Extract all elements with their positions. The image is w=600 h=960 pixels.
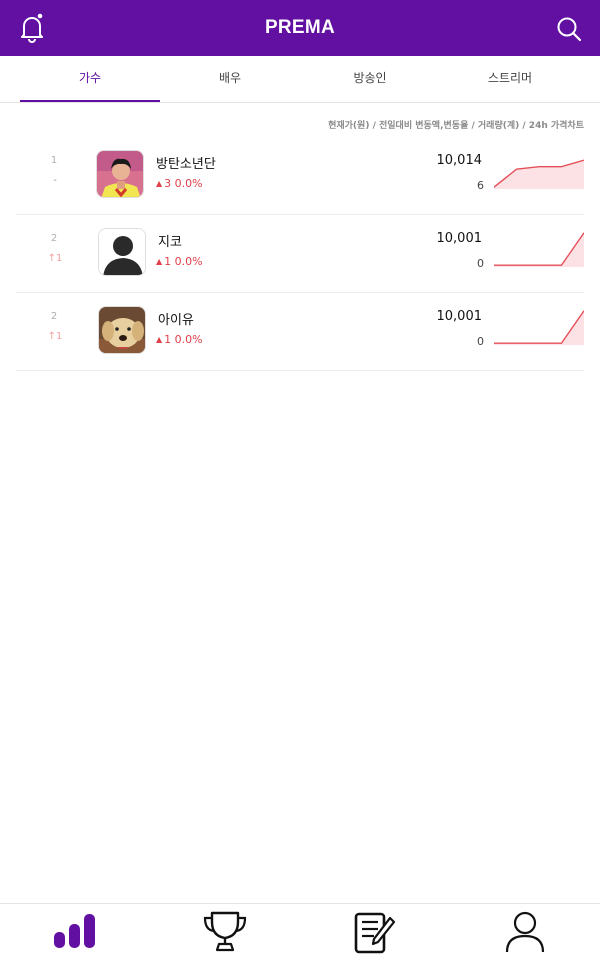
trade-volume: 6 — [477, 179, 484, 192]
artist-name: 방탄소년단 — [156, 157, 216, 172]
current-price: 10,001 — [436, 231, 483, 246]
column-legend: 현재가(원) / 전일대비 변동액,변동율 / 거래량(계) / 24h 가격차… — [328, 121, 584, 131]
avatar — [96, 150, 144, 198]
rank-change: - — [53, 175, 57, 186]
trade-volume: 0 — [477, 335, 484, 348]
rank-number: 1 — [50, 155, 58, 166]
app-title: PREMA — [264, 17, 336, 38]
arrow-up-icon: ▲ — [156, 179, 163, 188]
nav-chart[interactable] — [0, 904, 150, 960]
current-price: 10,014 — [436, 153, 483, 168]
price-sparkline — [494, 232, 584, 267]
nav-trophy[interactable] — [150, 904, 300, 960]
rank-change: ↑1 — [47, 253, 63, 264]
price-change: ▲ 3 0.0% — [156, 177, 203, 190]
tab-actor[interactable]: 배우 — [160, 56, 300, 102]
price-sparkline — [494, 310, 584, 345]
tab-broadcaster[interactable]: 방송인 — [300, 56, 440, 102]
rank-change: ↑1 — [47, 331, 63, 342]
sparkline-area — [494, 232, 584, 267]
rank-number: 2 — [50, 311, 58, 322]
nav-board[interactable] — [300, 904, 450, 960]
artist-name: 아이유 — [158, 313, 194, 328]
nav-profile[interactable] — [450, 904, 600, 960]
list-item[interactable]: 1 - 방탄소년단 ▲ 3 0.0% 10,014 6 — [16, 137, 584, 215]
price-change: ▲ 1 0.0% — [156, 255, 203, 268]
sparkline-area — [494, 310, 584, 345]
trade-volume: 0 — [477, 257, 484, 270]
avatar — [98, 228, 146, 276]
price-sparkline — [494, 159, 584, 189]
app-header: PREMA — [0, 0, 600, 56]
notepad-icon — [354, 912, 396, 954]
list-item[interactable]: 2 ↑1 아이유 ▲ 1 0.0% 10,001 0 — [16, 293, 584, 371]
price-change: ▲ 1 0.0% — [156, 333, 203, 346]
avatar — [98, 306, 146, 354]
arrow-up-icon: ▲ — [156, 335, 163, 344]
user-icon — [505, 911, 545, 953]
tab-singer[interactable]: 가수 — [20, 56, 160, 102]
category-tabs: 가수 배우 방송인 스트리머 — [0, 56, 600, 103]
current-price: 10,001 — [436, 309, 483, 324]
trophy-icon — [203, 911, 247, 952]
bottom-nav — [0, 903, 600, 960]
list-item[interactable]: 2 ↑1 지코 ▲ 1 0.0% 10,001 0 — [16, 215, 584, 293]
rank-number: 2 — [50, 233, 58, 244]
bar-chart-icon — [54, 914, 95, 948]
arrow-up-icon: ▲ — [156, 257, 163, 266]
search-icon[interactable] — [556, 16, 582, 42]
artist-name: 지코 — [158, 235, 182, 250]
tab-streamer[interactable]: 스트리머 — [440, 56, 580, 102]
